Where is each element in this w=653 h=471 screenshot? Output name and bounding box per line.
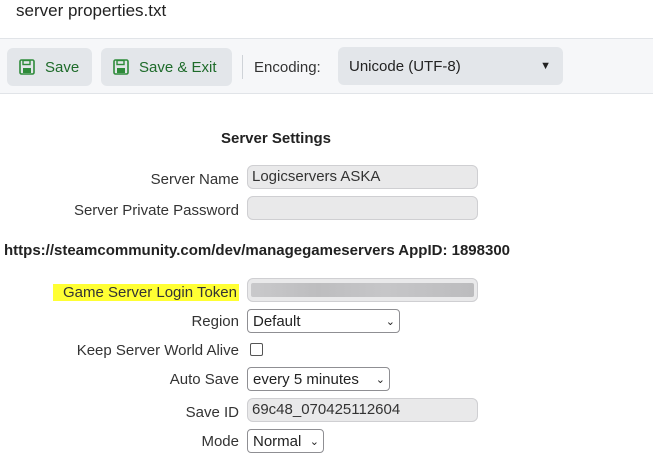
region-value: Default bbox=[253, 313, 301, 330]
floppy-disk-icon bbox=[113, 59, 129, 75]
mode-label: Mode bbox=[201, 433, 239, 450]
save-id-field[interactable]: 69c48_070425112604 bbox=[247, 398, 478, 422]
save-button[interactable]: Save bbox=[7, 48, 92, 86]
section-title: Server Settings bbox=[220, 130, 332, 147]
login-token-label-text: Game Server Login Token bbox=[53, 284, 239, 301]
mode-select[interactable]: Normal ⌄ bbox=[247, 429, 324, 453]
server-name-label: Server Name bbox=[150, 171, 239, 188]
save-button-label: Save bbox=[45, 58, 80, 76]
region-select[interactable]: Default ⌄ bbox=[247, 309, 400, 333]
server-name-field[interactable]: Logicservers ASKA bbox=[247, 165, 478, 189]
floppy-disk-icon bbox=[19, 59, 35, 75]
private-password-label: Server Private Password bbox=[73, 202, 239, 219]
chevron-down-icon: ⌄ bbox=[309, 436, 319, 448]
server-name-value: Logicservers ASKA bbox=[252, 168, 381, 185]
chevron-down-icon: ⌄ bbox=[385, 316, 395, 328]
encoding-label: Encoding: bbox=[254, 59, 321, 76]
steam-url-line: https://steamcommunity.com/dev/managegam… bbox=[4, 242, 511, 259]
redacted-token bbox=[251, 283, 474, 297]
mode-value: Normal bbox=[253, 433, 302, 450]
region-label: Region bbox=[191, 313, 239, 330]
keep-alive-label: Keep Server World Alive bbox=[76, 342, 239, 359]
save-id-value: 69c48_070425112604 bbox=[252, 401, 401, 418]
auto-save-select[interactable]: every 5 minutes ⌄ bbox=[247, 367, 390, 391]
encoding-value: Unicode (UTF-8) bbox=[349, 57, 461, 75]
save-exit-button[interactable]: Save & Exit bbox=[101, 48, 232, 86]
keep-alive-checkbox[interactable] bbox=[250, 343, 263, 356]
encoding-select[interactable]: Unicode (UTF-8) ▼ bbox=[338, 47, 563, 85]
save-id-label: Save ID bbox=[185, 404, 239, 421]
login-token-label: Game Server Login Token bbox=[53, 284, 239, 301]
toolbar: Save Save & Exit Encoding: Unicode (UTF-… bbox=[0, 38, 653, 94]
auto-save-value: every 5 minutes bbox=[253, 371, 359, 388]
chevron-down-icon: ⌄ bbox=[375, 374, 385, 386]
chevron-down-icon: ▼ bbox=[540, 60, 551, 72]
toolbar-divider bbox=[242, 55, 243, 79]
save-exit-button-label: Save & Exit bbox=[139, 58, 217, 76]
file-title: server properties.txt bbox=[16, 1, 167, 20]
private-password-field[interactable] bbox=[247, 196, 478, 220]
auto-save-label: Auto Save bbox=[169, 371, 239, 388]
login-token-field[interactable] bbox=[247, 278, 478, 302]
